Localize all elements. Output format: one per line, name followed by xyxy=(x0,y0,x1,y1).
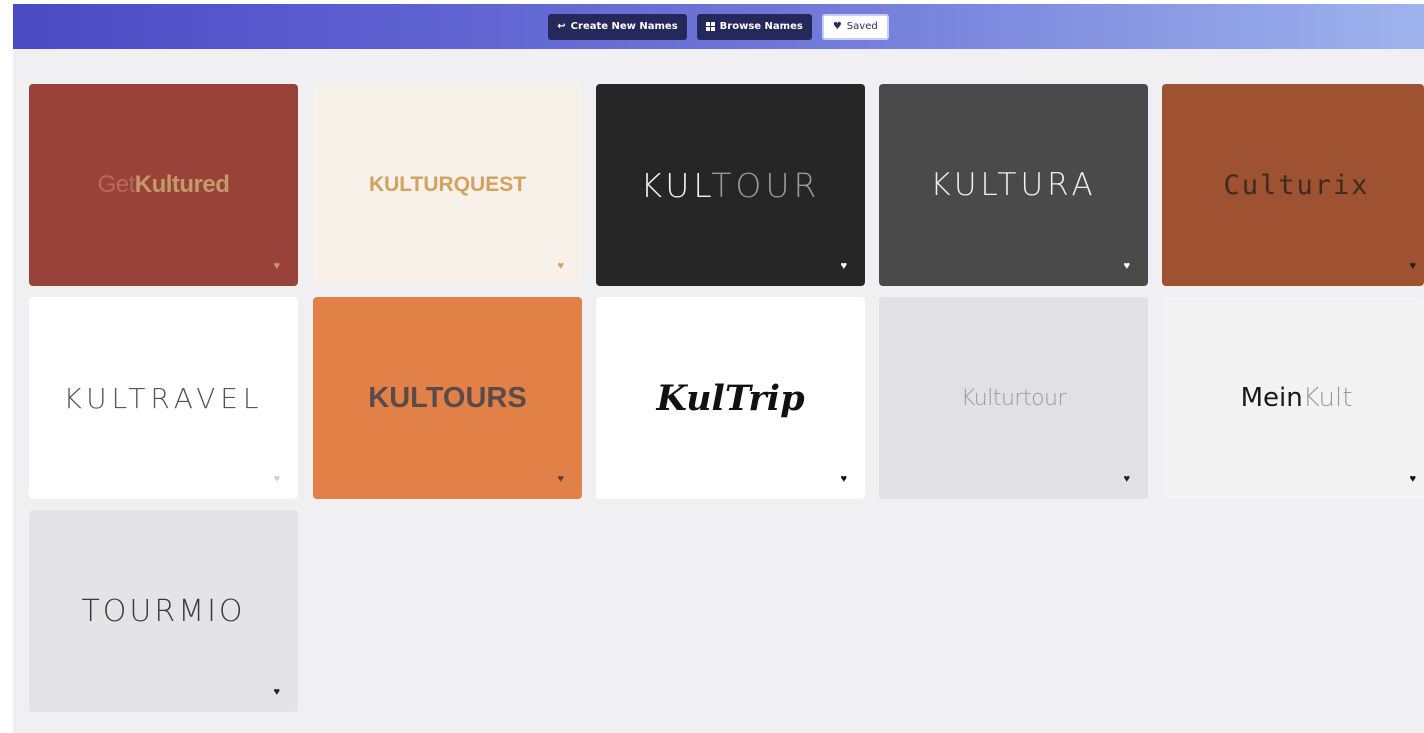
logo-part-light: Get xyxy=(97,171,136,198)
logo-part-dim: TOUR xyxy=(711,165,821,205)
name-card-kultours[interactable]: KULTOURS ♥ xyxy=(313,297,582,499)
heart-icon[interactable]: ♥ xyxy=(557,474,564,485)
logo-part-bold: Kultured xyxy=(134,171,230,198)
logo-text: KULTURQUEST xyxy=(368,173,527,196)
browse-names-button[interactable]: Browse Names xyxy=(696,13,812,40)
logo-text: Kulturtour xyxy=(960,385,1067,411)
heart-icon[interactable]: ♥ xyxy=(840,261,847,272)
left-edge xyxy=(0,0,13,733)
name-card-tourmio[interactable]: TOURMIO ♥ xyxy=(29,510,298,712)
logo-text: KULTOURS xyxy=(368,381,527,414)
name-card-getkultured[interactable]: GetKultured ♥ xyxy=(29,84,298,286)
heart-icon[interactable]: ♥ xyxy=(1123,261,1130,272)
logo-text: GetKultured xyxy=(98,171,230,199)
logo-text: TOURMIO xyxy=(81,593,246,629)
name-card-kultravel[interactable]: KULTRAVEL ♥ xyxy=(29,297,298,499)
saved-label: Saved xyxy=(846,21,878,32)
heart-icon[interactable]: ♥ xyxy=(273,474,280,485)
heart-icon[interactable]: ♥ xyxy=(1409,261,1416,272)
logo-part-light: KUL xyxy=(640,165,712,205)
create-new-names-button[interactable]: ↩ Create New Names xyxy=(548,13,687,40)
name-card-meinkult[interactable]: MeinKult ♥ xyxy=(1162,297,1424,499)
name-card-kultrip[interactable]: KulTrip ♥ xyxy=(596,297,865,499)
logo-text: MeinKult xyxy=(1241,383,1353,413)
logo-part-light: Kult xyxy=(1302,383,1353,413)
grid-icon xyxy=(705,22,715,31)
name-card-culturix[interactable]: Culturix ♥ xyxy=(1162,84,1424,286)
heart-icon[interactable]: ♥ xyxy=(1123,474,1130,485)
heart-icon[interactable]: ♥ xyxy=(273,687,280,698)
logo-text: KULTURA xyxy=(930,167,1097,203)
heart-icon[interactable]: ♥ xyxy=(840,474,847,485)
logo-part-bold: Mein xyxy=(1240,383,1303,413)
name-card-kultura[interactable]: KULTURA ♥ xyxy=(879,84,1148,286)
arrow-return-icon: ↩ xyxy=(557,20,566,32)
logo-text: Culturix xyxy=(1223,169,1370,201)
heart-icon[interactable]: ♥ xyxy=(1409,474,1416,485)
heart-icon[interactable]: ♥ xyxy=(557,261,564,272)
logo-text: KULTOUR xyxy=(641,166,821,205)
name-card-kultour[interactable]: KULTOUR ♥ xyxy=(596,84,865,286)
name-card-kulturtour[interactable]: Kulturtour ♥ xyxy=(879,297,1148,499)
browse-names-label: Browse Names xyxy=(719,21,803,32)
saved-button[interactable]: ♥ Saved xyxy=(821,13,889,40)
heart-icon[interactable]: ♥ xyxy=(273,261,280,272)
heart-icon: ♥ xyxy=(832,20,842,32)
logo-text: KULTRAVEL xyxy=(63,381,264,415)
logo-text: KulTrip xyxy=(656,377,805,419)
create-new-names-label: Create New Names xyxy=(570,21,678,32)
name-card-kulturquest[interactable]: KULTURQUEST ♥ xyxy=(313,84,582,286)
top-navigation-bar: ↩ Create New Names Browse Names ♥ Saved xyxy=(13,4,1424,49)
